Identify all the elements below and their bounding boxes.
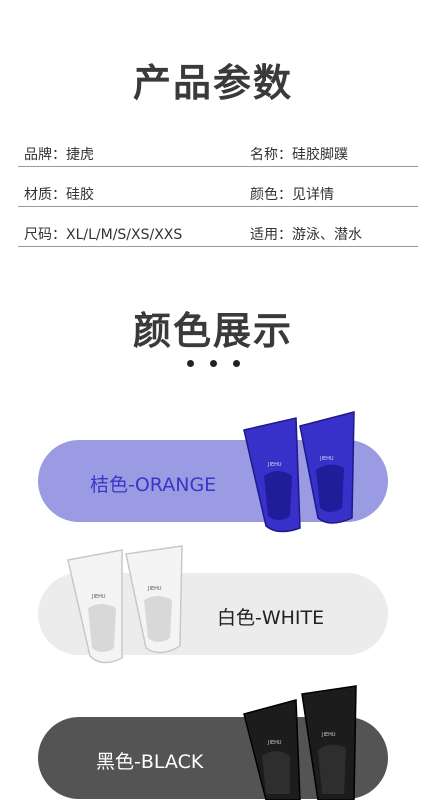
svg-text:JIEHU: JIEHU bbox=[319, 456, 334, 462]
svg-text:JIEHU: JIEHU bbox=[321, 732, 336, 738]
fins-white-image: JIEHU JIEHU bbox=[67, 545, 183, 664]
colors-title: 颜色展示 bbox=[132, 309, 293, 353]
fins-blue-image: JIEHU JIEHU bbox=[243, 411, 355, 533]
svg-text:JIEHU: JIEHU bbox=[267, 462, 282, 468]
spec-row: 尺码：XL/L/M/S/XS/XXS 适用：游泳、潜水 bbox=[18, 222, 418, 247]
svg-text:JIEHU: JIEHU bbox=[147, 586, 162, 592]
fins-black-image: JIEHU JIEHU bbox=[243, 685, 357, 800]
spec-color: 颜色：见详情 bbox=[250, 187, 334, 203]
spec-usage: 适用：游泳、潜水 bbox=[250, 227, 362, 243]
spec-size: 尺码：XL/L/M/S/XS/XXS bbox=[24, 227, 183, 243]
params-title: 产品参数 bbox=[132, 61, 293, 105]
svg-text:JIEHU: JIEHU bbox=[91, 594, 106, 600]
spec-name: 名称：硅胶脚蹼 bbox=[250, 147, 348, 163]
section-dots bbox=[0, 352, 426, 371]
spec-row: 品牌：捷虎 名称：硅胶脚蹼 bbox=[18, 142, 418, 167]
variant-label-orange: 桔色-ORANGE bbox=[90, 474, 217, 496]
svg-text:JIEHU: JIEHU bbox=[267, 740, 282, 746]
variant-label-black: 黑色-BLACK bbox=[96, 751, 204, 773]
spec-brand: 品牌：捷虎 bbox=[24, 147, 94, 163]
spec-material: 材质：硅胶 bbox=[24, 187, 94, 203]
variant-label-white: 白色-WHITE bbox=[217, 607, 325, 629]
spec-row: 材质：硅胶 颜色：见详情 bbox=[18, 182, 418, 207]
